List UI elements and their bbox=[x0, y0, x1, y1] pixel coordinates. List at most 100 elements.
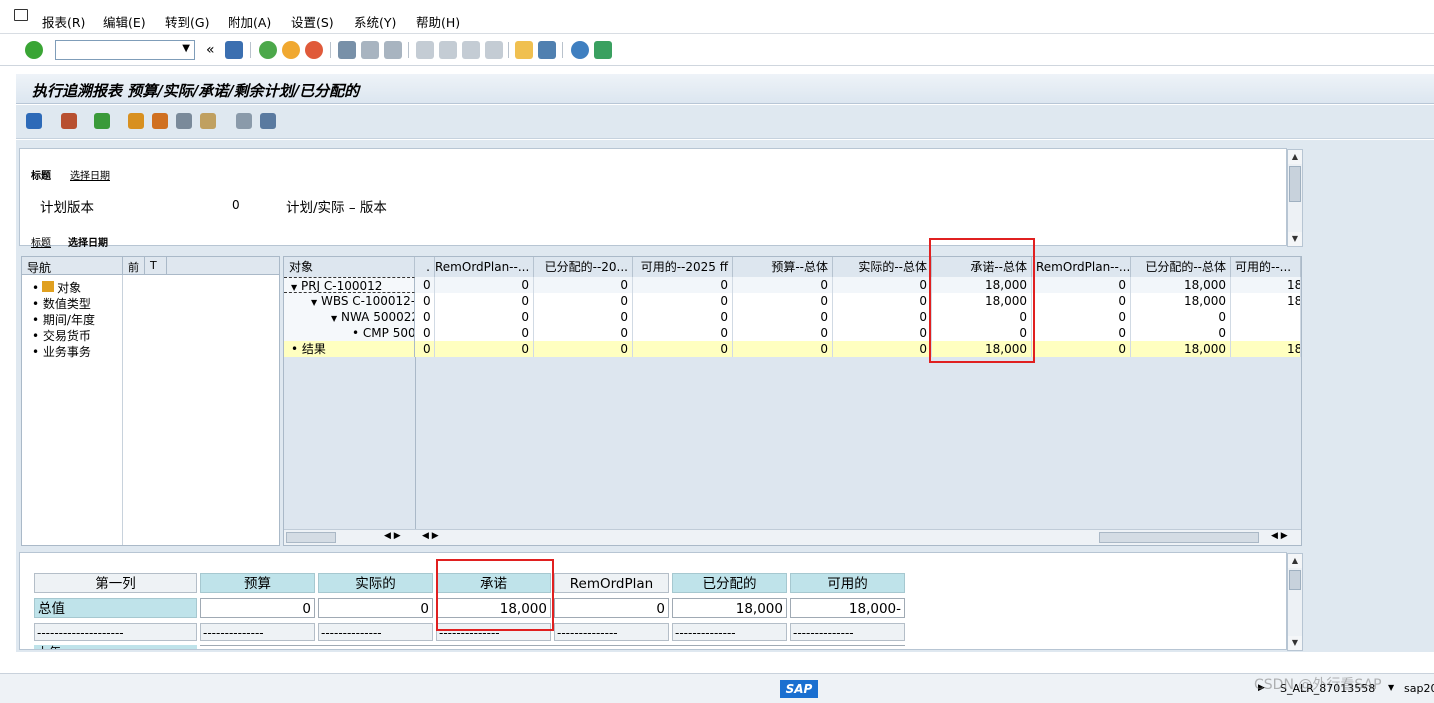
scroll-left-icon[interactable]: ◀ ▶ bbox=[422, 531, 439, 541]
nav-item-label: 期间/年度 bbox=[42, 313, 95, 327]
row-object: 结果 bbox=[301, 342, 326, 356]
nav-item-object[interactable]: • 对象 bbox=[32, 279, 81, 296]
change-icon[interactable] bbox=[260, 113, 276, 129]
row-object: CMP 500 bbox=[362, 326, 415, 340]
col-header-actual-total[interactable]: 实际的--总体 bbox=[833, 257, 932, 277]
summary-panel: 第一列 预算 实际的 承诺 RemOrdPlan 已分配的 可用的 总值 0 0… bbox=[19, 552, 1287, 650]
previous-page-icon[interactable] bbox=[439, 41, 457, 59]
layout-icon[interactable] bbox=[152, 113, 168, 129]
hierarchy-icon[interactable] bbox=[94, 113, 110, 129]
watermark: CSDN @外行看SAP bbox=[1254, 677, 1382, 693]
menu-goto[interactable]: 转到(G) bbox=[165, 12, 209, 31]
tab-header-bottom[interactable]: 标题 bbox=[31, 234, 51, 249]
find-next-icon[interactable] bbox=[384, 41, 402, 59]
menu-edit[interactable]: 编辑(E) bbox=[103, 12, 146, 31]
next-page-icon[interactable] bbox=[462, 41, 480, 59]
highlight-commitment-column bbox=[929, 238, 1035, 363]
help-icon[interactable] bbox=[571, 41, 589, 59]
table-row[interactable]: • CMP 500 0 0 0 0 0 0 0 0 0 bbox=[284, 325, 1301, 341]
scroll-thumb[interactable] bbox=[286, 532, 336, 543]
menu-help[interactable]: 帮助(H) bbox=[416, 12, 460, 31]
chevron-down-icon[interactable]: ▼ bbox=[1388, 683, 1394, 692]
customize-layout-icon[interactable] bbox=[594, 41, 612, 59]
col-header-object[interactable]: 对象 bbox=[284, 257, 415, 277]
scroll-thumb[interactable] bbox=[1289, 166, 1301, 202]
scroll-thumb[interactable] bbox=[1289, 570, 1301, 590]
header-vertical-scrollbar[interactable]: ▲ ▼ bbox=[1287, 149, 1303, 247]
row-cell: 0 bbox=[733, 293, 833, 309]
col-header-remordplan-year[interactable]: RemOrdPlan--... bbox=[435, 257, 534, 277]
drilldown-icon[interactable] bbox=[128, 113, 144, 129]
navigation-col-t[interactable]: T bbox=[150, 259, 157, 272]
col-header-dot[interactable]: . bbox=[415, 257, 435, 277]
tree-node-nwa[interactable]: ▼ NWA 500022 bbox=[284, 309, 415, 325]
row-cell: 0 bbox=[833, 277, 932, 293]
navigation-col-prev[interactable]: 前 bbox=[128, 259, 139, 275]
menu-icon[interactable] bbox=[14, 9, 28, 21]
menu-system[interactable]: 系统(Y) bbox=[354, 12, 396, 31]
table-row[interactable]: ▼ PRJ C-100012 0 0 0 0 0 0 18,000 0 18,0… bbox=[284, 277, 1301, 293]
summary-separator: -------------- bbox=[318, 623, 433, 641]
col-header-allocated-total[interactable]: 已分配的--总体 bbox=[1131, 257, 1231, 277]
scroll-thumb[interactable] bbox=[1099, 532, 1259, 543]
scroll-left-icon[interactable]: ◀ ▶ bbox=[384, 531, 401, 541]
tree-node-wbs[interactable]: ▼ WBS C-100012-0 bbox=[284, 293, 415, 309]
table-row[interactable]: ▼ WBS C-100012-0 0 0 0 0 0 0 18,000 0 18… bbox=[284, 293, 1301, 309]
col-header-remordplan-total[interactable]: RemOrdPlan--... bbox=[1032, 257, 1131, 277]
tab-selection-date[interactable]: 选择日期 bbox=[70, 167, 110, 182]
nav-item-transaction-currency[interactable]: • 交易货币 bbox=[32, 327, 91, 344]
save-icon[interactable] bbox=[225, 41, 243, 59]
new-session-icon[interactable] bbox=[515, 41, 533, 59]
summary-vertical-scrollbar[interactable]: ▲ ▼ bbox=[1287, 553, 1303, 651]
tree-node-result[interactable]: • 结果 bbox=[284, 341, 415, 357]
info-icon[interactable] bbox=[26, 113, 42, 129]
row-cell: 0 bbox=[833, 293, 932, 309]
cancel-icon[interactable] bbox=[305, 41, 323, 59]
summary-separator: -------------------- bbox=[34, 623, 197, 641]
col-header-available-year[interactable]: 可用的--2025 ff bbox=[633, 257, 733, 277]
scroll-up-icon[interactable]: ▲ bbox=[1288, 554, 1302, 568]
tree-node-prj[interactable]: ▼ PRJ C-100012 bbox=[284, 277, 415, 293]
row-cell: 0 bbox=[733, 325, 833, 341]
shortcut-icon[interactable] bbox=[538, 41, 556, 59]
variant-icon[interactable] bbox=[236, 113, 252, 129]
table-row[interactable]: ▼ NWA 500022 0 0 0 0 0 0 0 0 0 bbox=[284, 309, 1301, 325]
row-cell: 0 bbox=[833, 325, 932, 341]
row-cell: 0 bbox=[633, 309, 733, 325]
col-header-available-total[interactable]: 可用的--... bbox=[1231, 257, 1301, 277]
col-header-allocated-year[interactable]: 已分配的--20... bbox=[534, 257, 633, 277]
scroll-down-icon[interactable]: ▼ bbox=[1288, 636, 1302, 650]
plan-version-description: 计划/实际 – 版本 bbox=[286, 200, 387, 216]
scroll-left-icon[interactable]: ◀ ▶ bbox=[1271, 531, 1288, 541]
scroll-down-icon[interactable]: ▼ bbox=[1288, 232, 1302, 246]
nav-item-period-year[interactable]: • 期间/年度 bbox=[32, 311, 95, 328]
menu-settings[interactable]: 设置(S) bbox=[291, 12, 334, 31]
nav-item-value-type[interactable]: • 数值类型 bbox=[32, 295, 91, 312]
percent-icon[interactable] bbox=[200, 113, 216, 129]
row-cell: 0 bbox=[534, 277, 633, 293]
tab-selection-date-bottom[interactable]: 选择日期 bbox=[68, 234, 108, 249]
print-icon[interactable] bbox=[338, 41, 356, 59]
grid-horizontal-scrollbar[interactable]: ◀ ▶ ◀ ▶ ◀ ▶ bbox=[284, 529, 1301, 545]
nav-item-business-transaction[interactable]: • 业务事务 bbox=[32, 343, 91, 360]
tab-header[interactable]: 标题 bbox=[31, 167, 51, 182]
chevron-down-icon[interactable]: ▼ bbox=[182, 43, 190, 54]
row-cell: 0 bbox=[733, 341, 833, 357]
exit-icon[interactable] bbox=[282, 41, 300, 59]
last-page-icon[interactable] bbox=[485, 41, 503, 59]
command-field[interactable]: ▼ bbox=[55, 40, 195, 60]
find-icon[interactable] bbox=[361, 41, 379, 59]
col-header-budget-total[interactable]: 预算--总体 bbox=[733, 257, 833, 277]
scroll-up-icon[interactable]: ▲ bbox=[1288, 150, 1302, 164]
row-cell: 0 bbox=[733, 277, 833, 293]
first-page-icon[interactable] bbox=[416, 41, 434, 59]
tree-node-cmp[interactable]: • CMP 500 bbox=[284, 325, 415, 341]
table-row-result[interactable]: • 结果 0 0 0 0 0 0 18,000 0 18,000 18 bbox=[284, 341, 1301, 357]
menu-report[interactable]: 报表(R) bbox=[42, 12, 85, 31]
calculator-icon[interactable] bbox=[61, 113, 77, 129]
collapse-arrow-icon[interactable]: « bbox=[206, 42, 215, 58]
back-icon[interactable] bbox=[259, 41, 277, 59]
enter-check-icon[interactable] bbox=[25, 41, 43, 59]
edit-icon[interactable] bbox=[176, 113, 192, 129]
menu-extras[interactable]: 附加(A) bbox=[228, 12, 271, 31]
